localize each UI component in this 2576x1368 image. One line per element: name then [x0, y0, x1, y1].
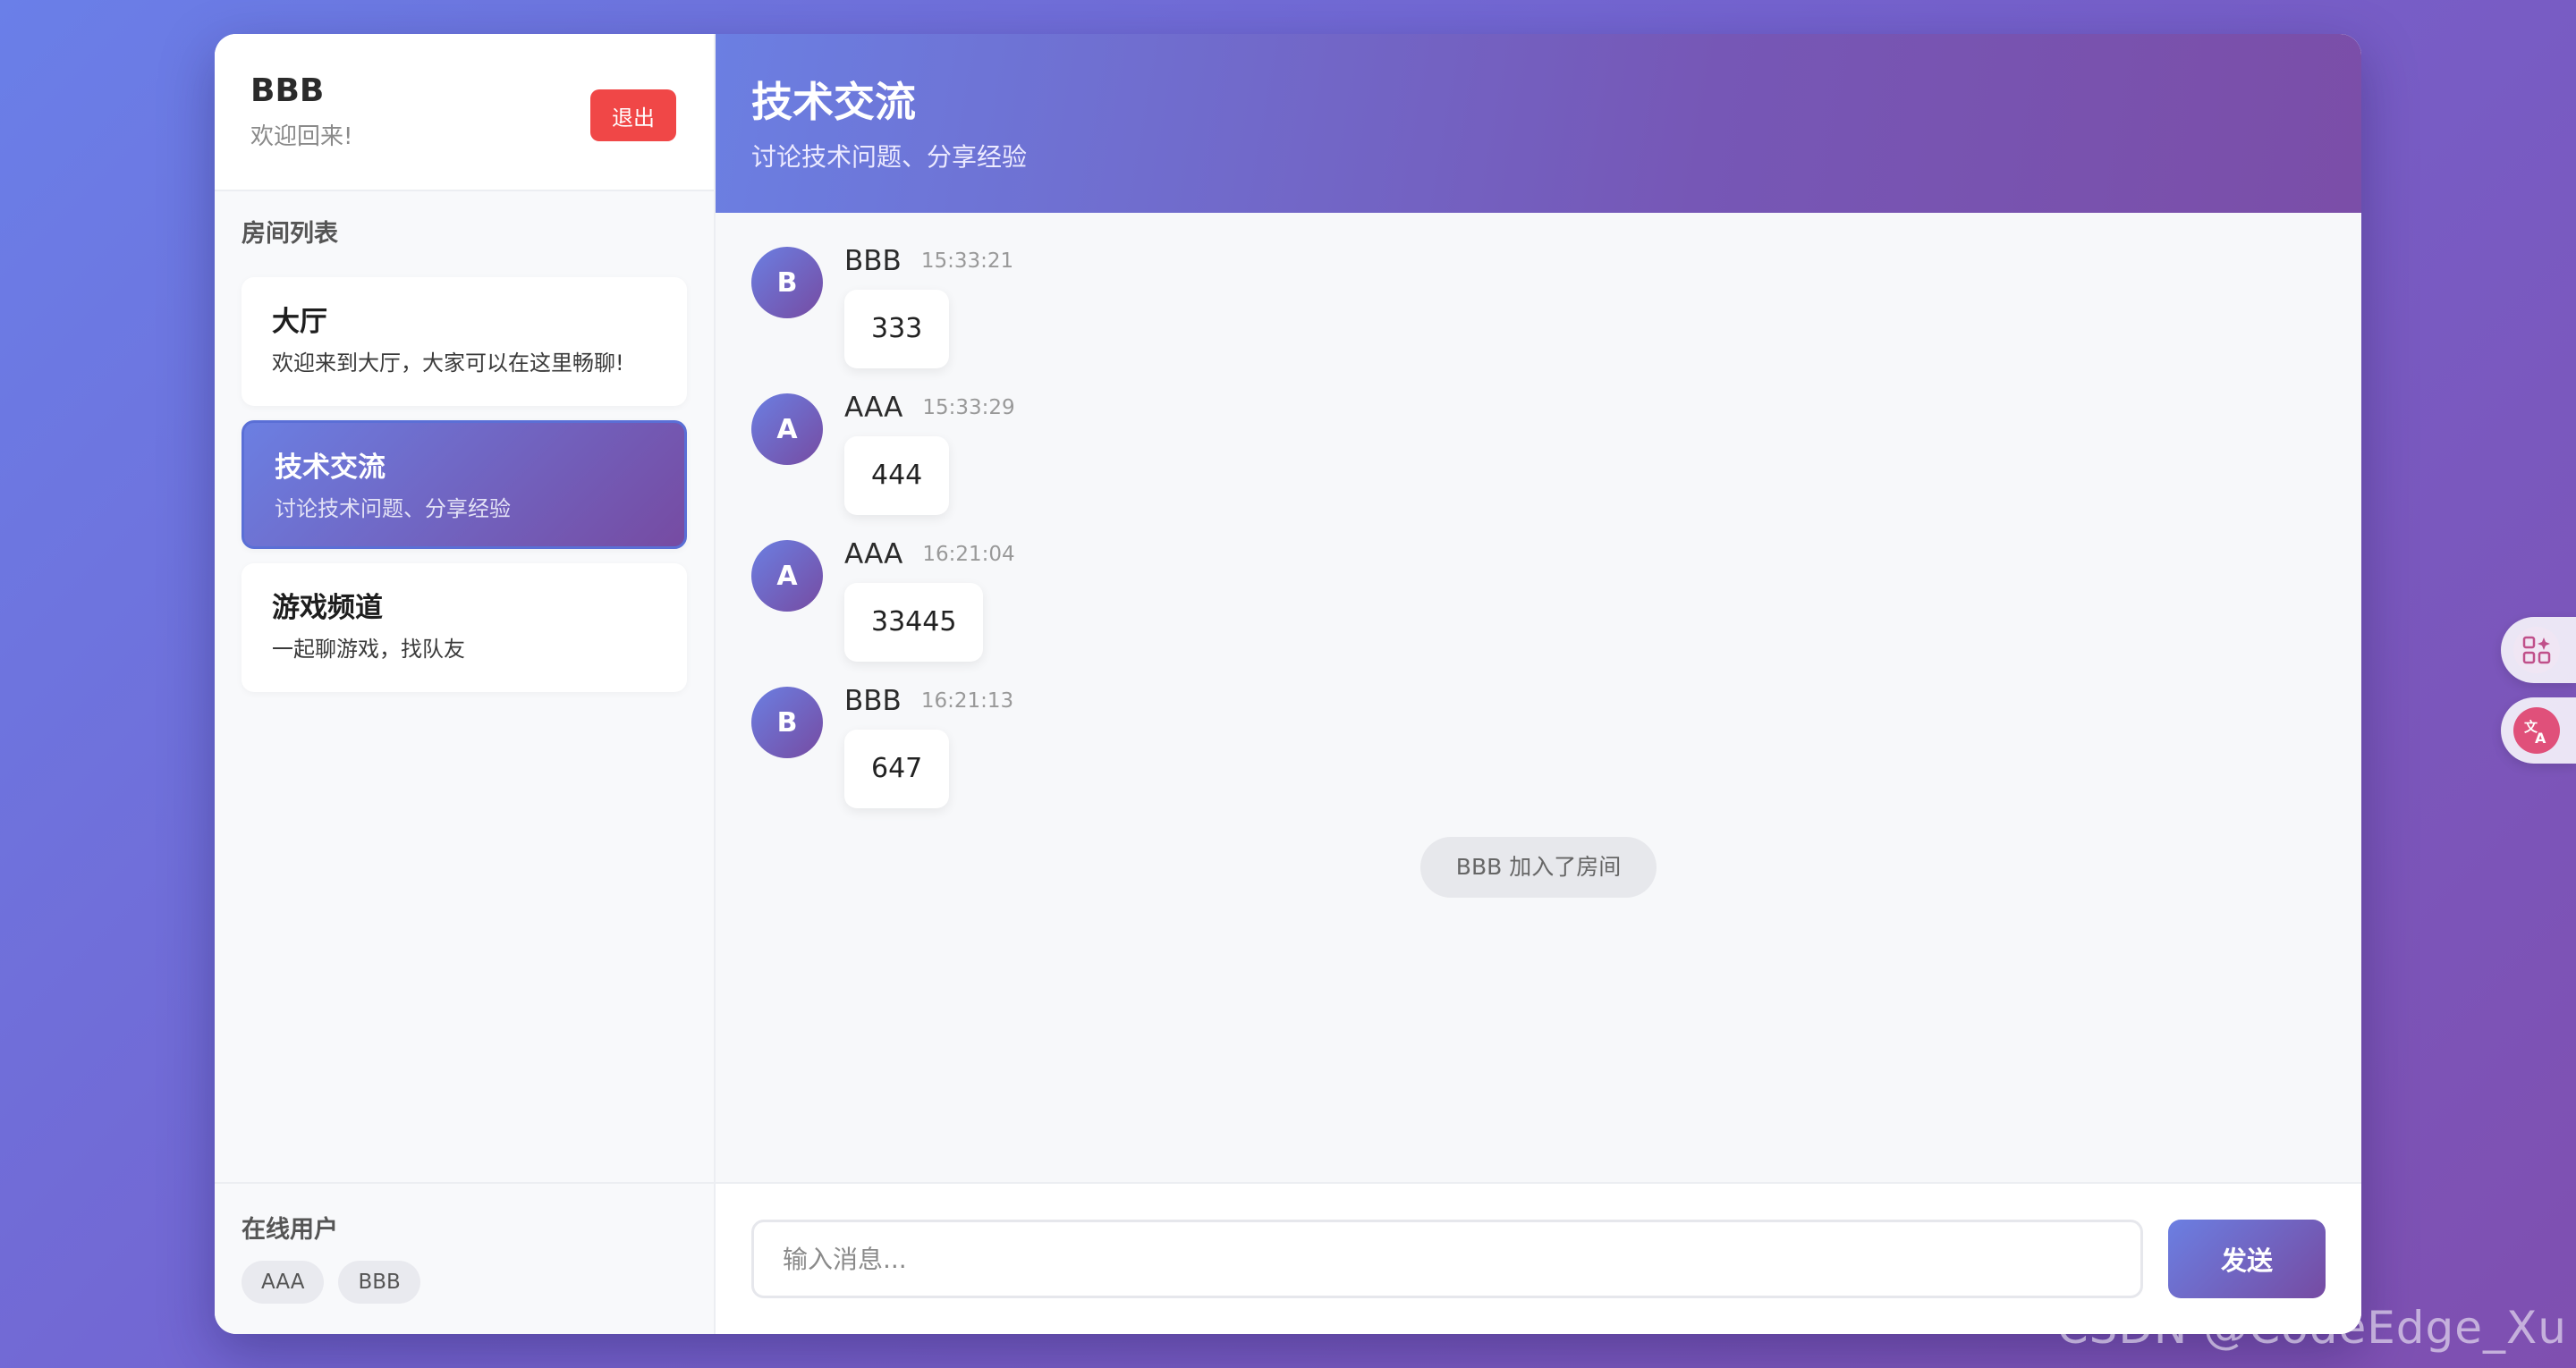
room-description: 一起聊游戏，找队友: [272, 637, 465, 662]
side-widget-apps[interactable]: [2501, 617, 2576, 683]
message-body: AAA 15:33:29 444: [844, 390, 1015, 515]
message-bubble: 647: [844, 730, 950, 808]
message-item: A AAA 15:33:29 444: [751, 390, 2326, 515]
room-item-games[interactable]: 游戏频道 一起聊游戏，找队友: [242, 563, 687, 692]
message-bubble: 33445: [844, 583, 984, 662]
online-users-title: 在线用户: [242, 1216, 338, 1244]
room-description: 欢迎来到大厅，大家可以在这里畅聊!: [272, 350, 624, 376]
message-bubble: 444: [844, 436, 950, 515]
message-username: BBB: [844, 245, 902, 277]
message-meta: BBB 15:33:21: [844, 243, 1013, 279]
online-user-list: AAA BBB: [242, 1261, 687, 1304]
send-button[interactable]: 发送: [2168, 1220, 2326, 1298]
message-item: B BBB 15:33:21 333: [751, 245, 2326, 368]
message-timestamp: 15:33:29: [922, 396, 1015, 419]
message-timestamp: 16:21:13: [920, 689, 1014, 713]
avatar: B: [751, 687, 823, 758]
room-list-title: 房间列表: [242, 220, 338, 248]
room-item-lobby[interactable]: 大厅 欢迎来到大厅，大家可以在这里畅聊!: [242, 277, 687, 406]
online-user-chip: AAA: [242, 1261, 325, 1304]
chat-app-window: BBB 欢迎回来! 退出 房间列表 大厅 欢迎来到大厅，大家可以在这里畅聊! 技…: [215, 34, 2361, 1334]
message-body: AAA 16:21:04 33445: [844, 538, 1015, 662]
message-meta: BBB 16:21:13: [844, 683, 1013, 719]
message-bubble: 333: [844, 290, 950, 368]
user-header: BBB 欢迎回来! 退出: [215, 34, 714, 191]
message-list[interactable]: B BBB 15:33:21 333 A AAA 15:33:29 444 A …: [716, 213, 2361, 1182]
chat-main: 技术交流 讨论技术问题、分享经验 B BBB 15:33:21 333 A AA…: [716, 34, 2361, 1334]
apps-sparkle-icon: [2513, 627, 2560, 673]
message-timestamp: 15:33:21: [920, 249, 1014, 273]
room-title: 技术交流: [751, 78, 916, 126]
message-body: BBB 15:33:21 333: [844, 245, 1013, 368]
room-name: 大厅: [272, 306, 327, 338]
rooms-section: 房间列表 大厅 欢迎来到大厅，大家可以在这里畅聊! 技术交流 讨论技术问题、分享…: [215, 191, 714, 1182]
message-meta: AAA 15:33:29: [844, 390, 1015, 426]
translate-icon: 文 A: [2513, 707, 2560, 754]
message-input[interactable]: [751, 1220, 2143, 1298]
message-username: AAA: [844, 392, 903, 424]
message-username: AAA: [844, 538, 903, 570]
room-description: 讨论技术问题、分享经验: [275, 496, 511, 521]
avatar: A: [751, 540, 823, 612]
message-item: A AAA 16:21:04 33445: [751, 538, 2326, 662]
room-name: 游戏频道: [272, 592, 383, 624]
room-header: 技术交流 讨论技术问题、分享经验: [716, 34, 2361, 213]
online-users-section: 在线用户 AAA BBB: [215, 1182, 714, 1334]
message-username: BBB: [844, 685, 902, 717]
watermark: CSDN @CodeEdge_Xu: [2056, 1302, 2567, 1354]
online-user-chip: BBB: [338, 1261, 420, 1304]
message-timestamp: 16:21:04: [922, 543, 1015, 566]
logout-button[interactable]: 退出: [590, 89, 676, 141]
system-message: BBB 加入了房间: [1419, 837, 1657, 898]
room-subtitle: 讨论技术问题、分享经验: [751, 142, 1028, 172]
avatar: A: [751, 393, 823, 465]
svg-text:A: A: [2535, 730, 2546, 746]
system-message-row: BBB 加入了房间: [751, 837, 2326, 898]
message-body: BBB 16:21:13 647: [844, 685, 1013, 808]
message-item: B BBB 16:21:13 647: [751, 685, 2326, 808]
avatar: B: [751, 247, 823, 318]
sidebar: BBB 欢迎回来! 退出 房间列表 大厅 欢迎来到大厅，大家可以在这里畅聊! 技…: [215, 34, 716, 1334]
room-list: 大厅 欢迎来到大厅，大家可以在这里畅聊! 技术交流 讨论技术问题、分享经验 游戏…: [242, 277, 687, 692]
room-name: 技术交流: [275, 452, 386, 484]
side-widget-translate[interactable]: 文 A: [2501, 697, 2576, 764]
room-item-tech[interactable]: 技术交流 讨论技术问题、分享经验: [242, 420, 687, 549]
message-meta: AAA 16:21:04: [844, 536, 1015, 572]
